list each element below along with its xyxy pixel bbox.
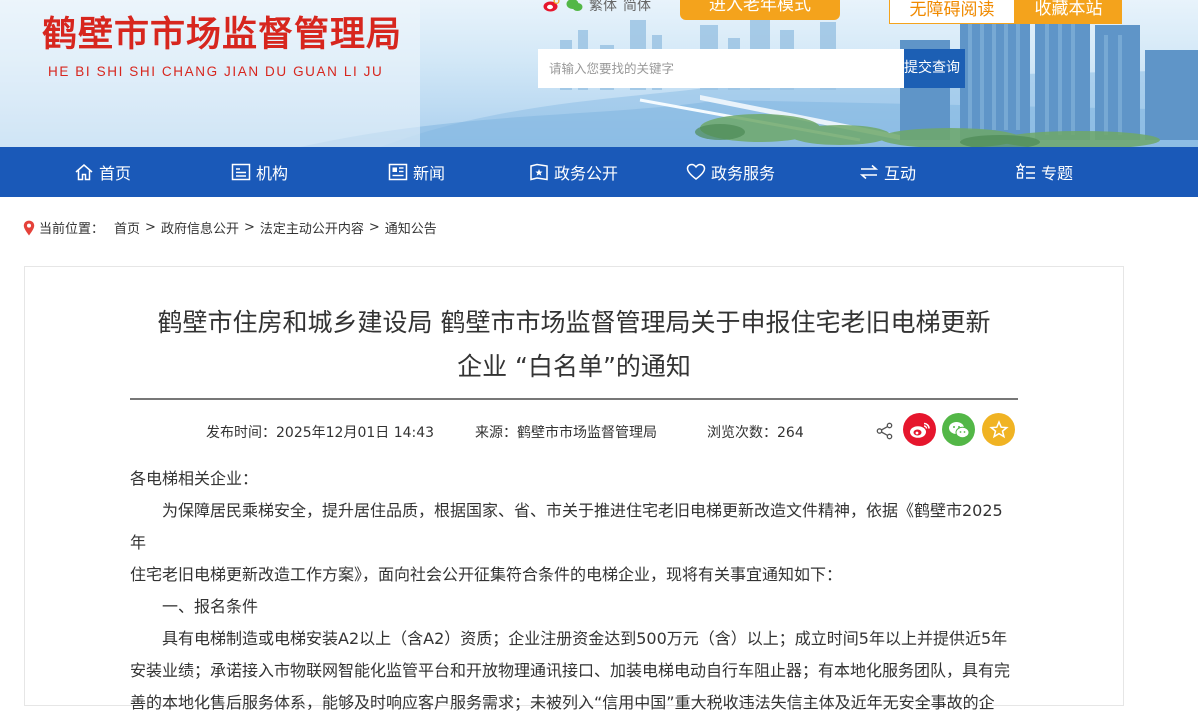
nav-item-home[interactable]: 首页 (74, 147, 131, 197)
article-title-line-1: 鹤壁市住房和城乡建设局 鹤壁市市场监督管理局关于申报住宅老旧电梯更新 (157, 308, 991, 337)
view-count-value: 264 (777, 425, 804, 441)
breadcrumb-link-legal-content[interactable]: 法定主动公开内容 (260, 218, 364, 237)
breadcrumb: 当前位置： 首页 > 政府信息公开 > 法定主动公开内容 > 通知公告 (23, 218, 437, 237)
title-divider (130, 398, 1018, 400)
breadcrumb-link-home[interactable]: 首页 (114, 218, 140, 237)
weibo-small-icon[interactable] (543, 0, 560, 12)
view-count-label: 浏览次数： (707, 425, 777, 441)
breadcrumb-separator: > (368, 220, 380, 235)
nav-item-label: 首页 (99, 164, 132, 183)
top-links: 繁体 简体 (543, 0, 651, 15)
article-body: 各电梯相关企业： 为保障居民乘梯安全，提升居住品质，根据国家、省、市关于推进住宅… (130, 463, 1018, 719)
article-title-line-2: 企业 “白名单”的通知 (457, 352, 691, 381)
nav-item-label: 专题 (1041, 164, 1074, 183)
exchange-icon (859, 164, 879, 180)
nav-item-gov-service[interactable]: 政务服务 (686, 147, 775, 197)
paragraph-1-line-2: 住宅老旧电梯更新改造工作方案》，面向社会公开征集符合条件的电梯企业，现将有关事宜… (130, 565, 843, 584)
nav-item-interaction[interactable]: 互动 (859, 147, 916, 197)
org-icon (231, 163, 251, 181)
heart-icon (686, 163, 706, 180)
main-nav: 首页 机构 新闻 政务公开 政务服务 互动 专题 (0, 147, 1198, 197)
simplified-chinese-link[interactable]: 简体 (623, 0, 651, 15)
wechat-small-icon[interactable] (566, 0, 583, 12)
favorite-site-button[interactable]: 收藏本站 (1015, 0, 1122, 24)
breadcrumb-link-notice[interactable]: 通知公告 (385, 218, 437, 237)
wechat-icon (948, 421, 969, 438)
source-value: 鹤壁市市场监督管理局 (517, 425, 657, 441)
share-wechat-button[interactable] (942, 413, 975, 446)
gov-open-icon (530, 163, 548, 181)
breadcrumb-separator: > (243, 220, 255, 235)
search-input[interactable] (538, 49, 904, 88)
share-icon[interactable] (876, 422, 894, 440)
nav-item-org[interactable]: 机构 (231, 147, 288, 197)
nav-item-label: 政务服务 (711, 164, 776, 183)
greeting: 各电梯相关企业： (130, 469, 259, 488)
site-logo-pinyin: HE BI SHI SHI CHANG JIAN DU GUAN LI JU (48, 64, 384, 79)
nav-item-label: 互动 (884, 164, 917, 183)
view-count: 浏览次数：264 (707, 422, 804, 442)
topic-icon (1016, 163, 1035, 179)
article-source: 来源：鹤壁市市场监督管理局 (475, 422, 657, 442)
publish-time-value: 2025年12月01日 14:43 (276, 425, 435, 441)
header-banner: 鹤壁市市场监督管理局 HE BI SHI SHI CHANG JIAN DU G… (0, 0, 1198, 147)
accessibility-button[interactable]: 无障碍阅读 (889, 0, 1015, 24)
news-icon (388, 163, 408, 181)
share-weibo-button[interactable] (903, 413, 936, 446)
article-title: 鹤壁市住房和城乡建设局 鹤壁市市场监督管理局关于申报住宅老旧电梯更新 企业 “白… (130, 301, 1018, 389)
weibo-icon (909, 422, 930, 438)
publish-time-label: 发布时间： (206, 425, 276, 441)
publish-time: 发布时间：2025年12月01日 14:43 (206, 422, 434, 442)
traditional-chinese-link[interactable]: 繁体 (589, 0, 617, 15)
paragraph-2-line-1: 具有电梯制造或电梯安装A2以上（含A2）资质；企业注册资金达到500万元（含）以… (162, 629, 1008, 648)
site-logo-title[interactable]: 鹤壁市市场监督管理局 (42, 18, 402, 53)
home-icon (75, 164, 93, 181)
star-icon (988, 419, 1009, 438)
nav-item-label: 政务公开 (554, 164, 619, 183)
location-pin-icon (23, 220, 35, 235)
nav-item-label: 新闻 (413, 164, 446, 183)
breadcrumb-link-gov-info[interactable]: 政府信息公开 (161, 218, 239, 237)
elder-mode-button[interactable]: 进入老年模式 (680, 0, 840, 20)
breadcrumb-separator: > (145, 220, 156, 235)
source-label: 来源： (475, 425, 517, 441)
search-submit-button[interactable]: 提交查询 (904, 49, 965, 88)
breadcrumb-label: 当前位置： (39, 222, 105, 237)
nav-item-news[interactable]: 新闻 (388, 147, 445, 197)
nav-item-label: 机构 (256, 164, 289, 183)
nav-item-gov-open[interactable]: 政务公开 (529, 147, 618, 197)
favorite-star-button[interactable] (982, 413, 1015, 446)
section-heading-1: 一、报名条件 (162, 597, 259, 616)
nav-item-topic[interactable]: 专题 (1016, 147, 1073, 197)
paragraph-1-line-1: 为保障居民乘梯安全，提升居住品质，根据国家、省、市关于推进住宅老旧电梯更新改造文… (130, 501, 1003, 552)
paragraph-2-line-2: 安装业绩；承诺接入市物联网智能化监管平台和开放物理通讯接口、加装电梯电动自行车阻… (130, 661, 1011, 680)
